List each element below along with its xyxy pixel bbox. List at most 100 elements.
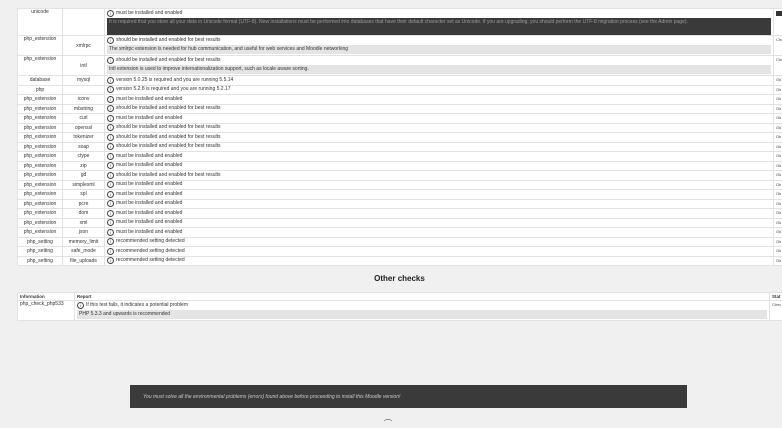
env-report: imust be installed and enabled bbox=[105, 209, 774, 219]
env-type: php_extension bbox=[18, 133, 63, 143]
env-message: should be installed and enabled for best… bbox=[116, 104, 221, 113]
status-header: Stat bbox=[770, 293, 782, 301]
info-icon[interactable]: i bbox=[107, 57, 114, 64]
env-message: recommended setting detected bbox=[116, 237, 185, 246]
env-name: memory_limit bbox=[63, 237, 105, 247]
env-report: imust be installed and enabled bbox=[105, 95, 774, 105]
status-label: Ok bbox=[776, 105, 782, 113]
env-type: php_setting bbox=[18, 247, 63, 257]
status-label: Ok bbox=[776, 257, 782, 265]
info-icon[interactable]: i bbox=[107, 153, 114, 160]
info-icon[interactable]: i bbox=[107, 86, 114, 93]
env-name: xmlrpc bbox=[63, 36, 105, 56]
env-name bbox=[63, 85, 105, 95]
env-name: file_uploads bbox=[63, 256, 105, 266]
env-type: php_extension bbox=[18, 171, 63, 181]
info-icon[interactable]: i bbox=[107, 77, 114, 84]
env-row: php_extensionxmlrpcishould be installed … bbox=[18, 36, 782, 56]
env-message-line: imust be installed and enabled bbox=[107, 190, 771, 198]
other-check-information: php_check_php533 bbox=[18, 301, 75, 321]
info-icon[interactable]: i bbox=[107, 257, 114, 264]
env-row: php_extensiongdishould be installed and … bbox=[18, 171, 782, 181]
env-message: must be installed and enabled bbox=[116, 190, 182, 199]
env-name: zip bbox=[63, 161, 105, 171]
env-report: ishould be installed and enabled for bes… bbox=[105, 36, 774, 56]
env-status: Ok bbox=[774, 123, 782, 133]
env-status: Ok bbox=[774, 228, 782, 238]
info-icon[interactable]: i bbox=[77, 302, 84, 309]
info-icon[interactable]: i bbox=[107, 105, 114, 112]
env-type: php_extension bbox=[18, 95, 63, 105]
env-message: must be installed and enabled bbox=[116, 228, 182, 237]
env-status: Ok bbox=[774, 85, 782, 95]
env-row: php_extensionzipimust be installed and e… bbox=[18, 161, 782, 171]
env-name: curl bbox=[63, 114, 105, 124]
env-status: Ok bbox=[774, 95, 782, 105]
env-name: xml bbox=[63, 218, 105, 228]
env-message: must be installed and enabled bbox=[116, 180, 182, 189]
status-label: Ok bbox=[776, 209, 782, 217]
env-name: safe_mode bbox=[63, 247, 105, 257]
info-icon[interactable]: i bbox=[107, 191, 114, 198]
status-label: Ok bbox=[776, 162, 782, 170]
env-type: php_extension bbox=[18, 123, 63, 133]
info-icon[interactable]: i bbox=[107, 162, 114, 169]
env-status: Chec bbox=[774, 36, 782, 56]
env-row: php_extensionmbstringishould be installe… bbox=[18, 104, 782, 114]
info-icon[interactable]: i bbox=[107, 96, 114, 103]
status-label: Ok bbox=[776, 219, 782, 227]
env-row: unicodeimust be installed and enabledIt … bbox=[18, 9, 782, 36]
env-name: mbstring bbox=[63, 104, 105, 114]
env-report: iversion 5.2.8 is required and you are r… bbox=[105, 85, 774, 95]
info-icon[interactable]: i bbox=[107, 181, 114, 188]
env-row: php_extensionctypeimust be installed and… bbox=[18, 152, 782, 162]
env-error-note: It is required that you store all your d… bbox=[107, 18, 771, 35]
other-checks-heading: Other checks bbox=[17, 266, 782, 292]
env-status: Ok bbox=[774, 199, 782, 209]
env-message-line: ishould be installed and enabled for bes… bbox=[107, 133, 771, 141]
env-status: Ok bbox=[774, 133, 782, 143]
env-message: version 5.0.25 is required and you are r… bbox=[116, 76, 233, 85]
info-icon[interactable]: i bbox=[107, 134, 114, 141]
env-message-line: irecommended setting detected bbox=[107, 247, 771, 255]
env-status: Ok bbox=[774, 180, 782, 190]
env-row: php_extensionsimplexmlimust be installed… bbox=[18, 180, 782, 190]
status-label: Ok bbox=[776, 133, 782, 141]
env-report: imust be installed and enabled bbox=[105, 114, 774, 124]
env-type: php_setting bbox=[18, 256, 63, 266]
env-report: irecommended setting detected bbox=[105, 247, 774, 257]
info-icon[interactable]: i bbox=[107, 172, 114, 179]
env-message: must be installed and enabled bbox=[116, 114, 182, 123]
env-type: php_extension bbox=[18, 152, 63, 162]
env-type: unicode bbox=[18, 9, 63, 36]
status-error-marker bbox=[776, 11, 782, 16]
env-type: php_setting bbox=[18, 237, 63, 247]
env-type: php_extension bbox=[18, 190, 63, 200]
report-header: Report bbox=[75, 293, 770, 301]
information-header: Information bbox=[18, 293, 75, 301]
env-row: php_extensiontokenizerishould be install… bbox=[18, 133, 782, 143]
env-name: soap bbox=[63, 142, 105, 152]
env-row: php_extensioniconvimust be installed and… bbox=[18, 95, 782, 105]
info-icon[interactable]: i bbox=[107, 124, 114, 131]
other-check-message: If this test fails, it indicates a poten… bbox=[86, 302, 188, 308]
environment-report: unicodeimust be installed and enabledIt … bbox=[17, 8, 782, 321]
env-type: php_extension bbox=[18, 218, 63, 228]
info-icon[interactable]: i bbox=[107, 219, 114, 226]
env-message-line: imust be installed and enabled bbox=[107, 152, 771, 160]
env-row: php_extensionopensslishould be installed… bbox=[18, 123, 782, 133]
info-icon[interactable]: i bbox=[107, 37, 114, 44]
info-icon[interactable]: i bbox=[107, 200, 114, 207]
info-icon[interactable]: i bbox=[107, 238, 114, 245]
status-label: Ok bbox=[776, 171, 782, 179]
info-icon[interactable]: i bbox=[107, 10, 114, 17]
continue-icon[interactable]: ⌒ bbox=[384, 421, 392, 427]
info-icon[interactable]: i bbox=[107, 210, 114, 217]
info-icon[interactable]: i bbox=[107, 143, 114, 150]
info-icon[interactable]: i bbox=[107, 229, 114, 236]
env-type: php_extension bbox=[18, 142, 63, 152]
env-row: php_extensionpcreimust be installed and … bbox=[18, 199, 782, 209]
info-icon[interactable]: i bbox=[107, 115, 114, 122]
env-status: Ok bbox=[774, 190, 782, 200]
info-icon[interactable]: i bbox=[107, 248, 114, 255]
